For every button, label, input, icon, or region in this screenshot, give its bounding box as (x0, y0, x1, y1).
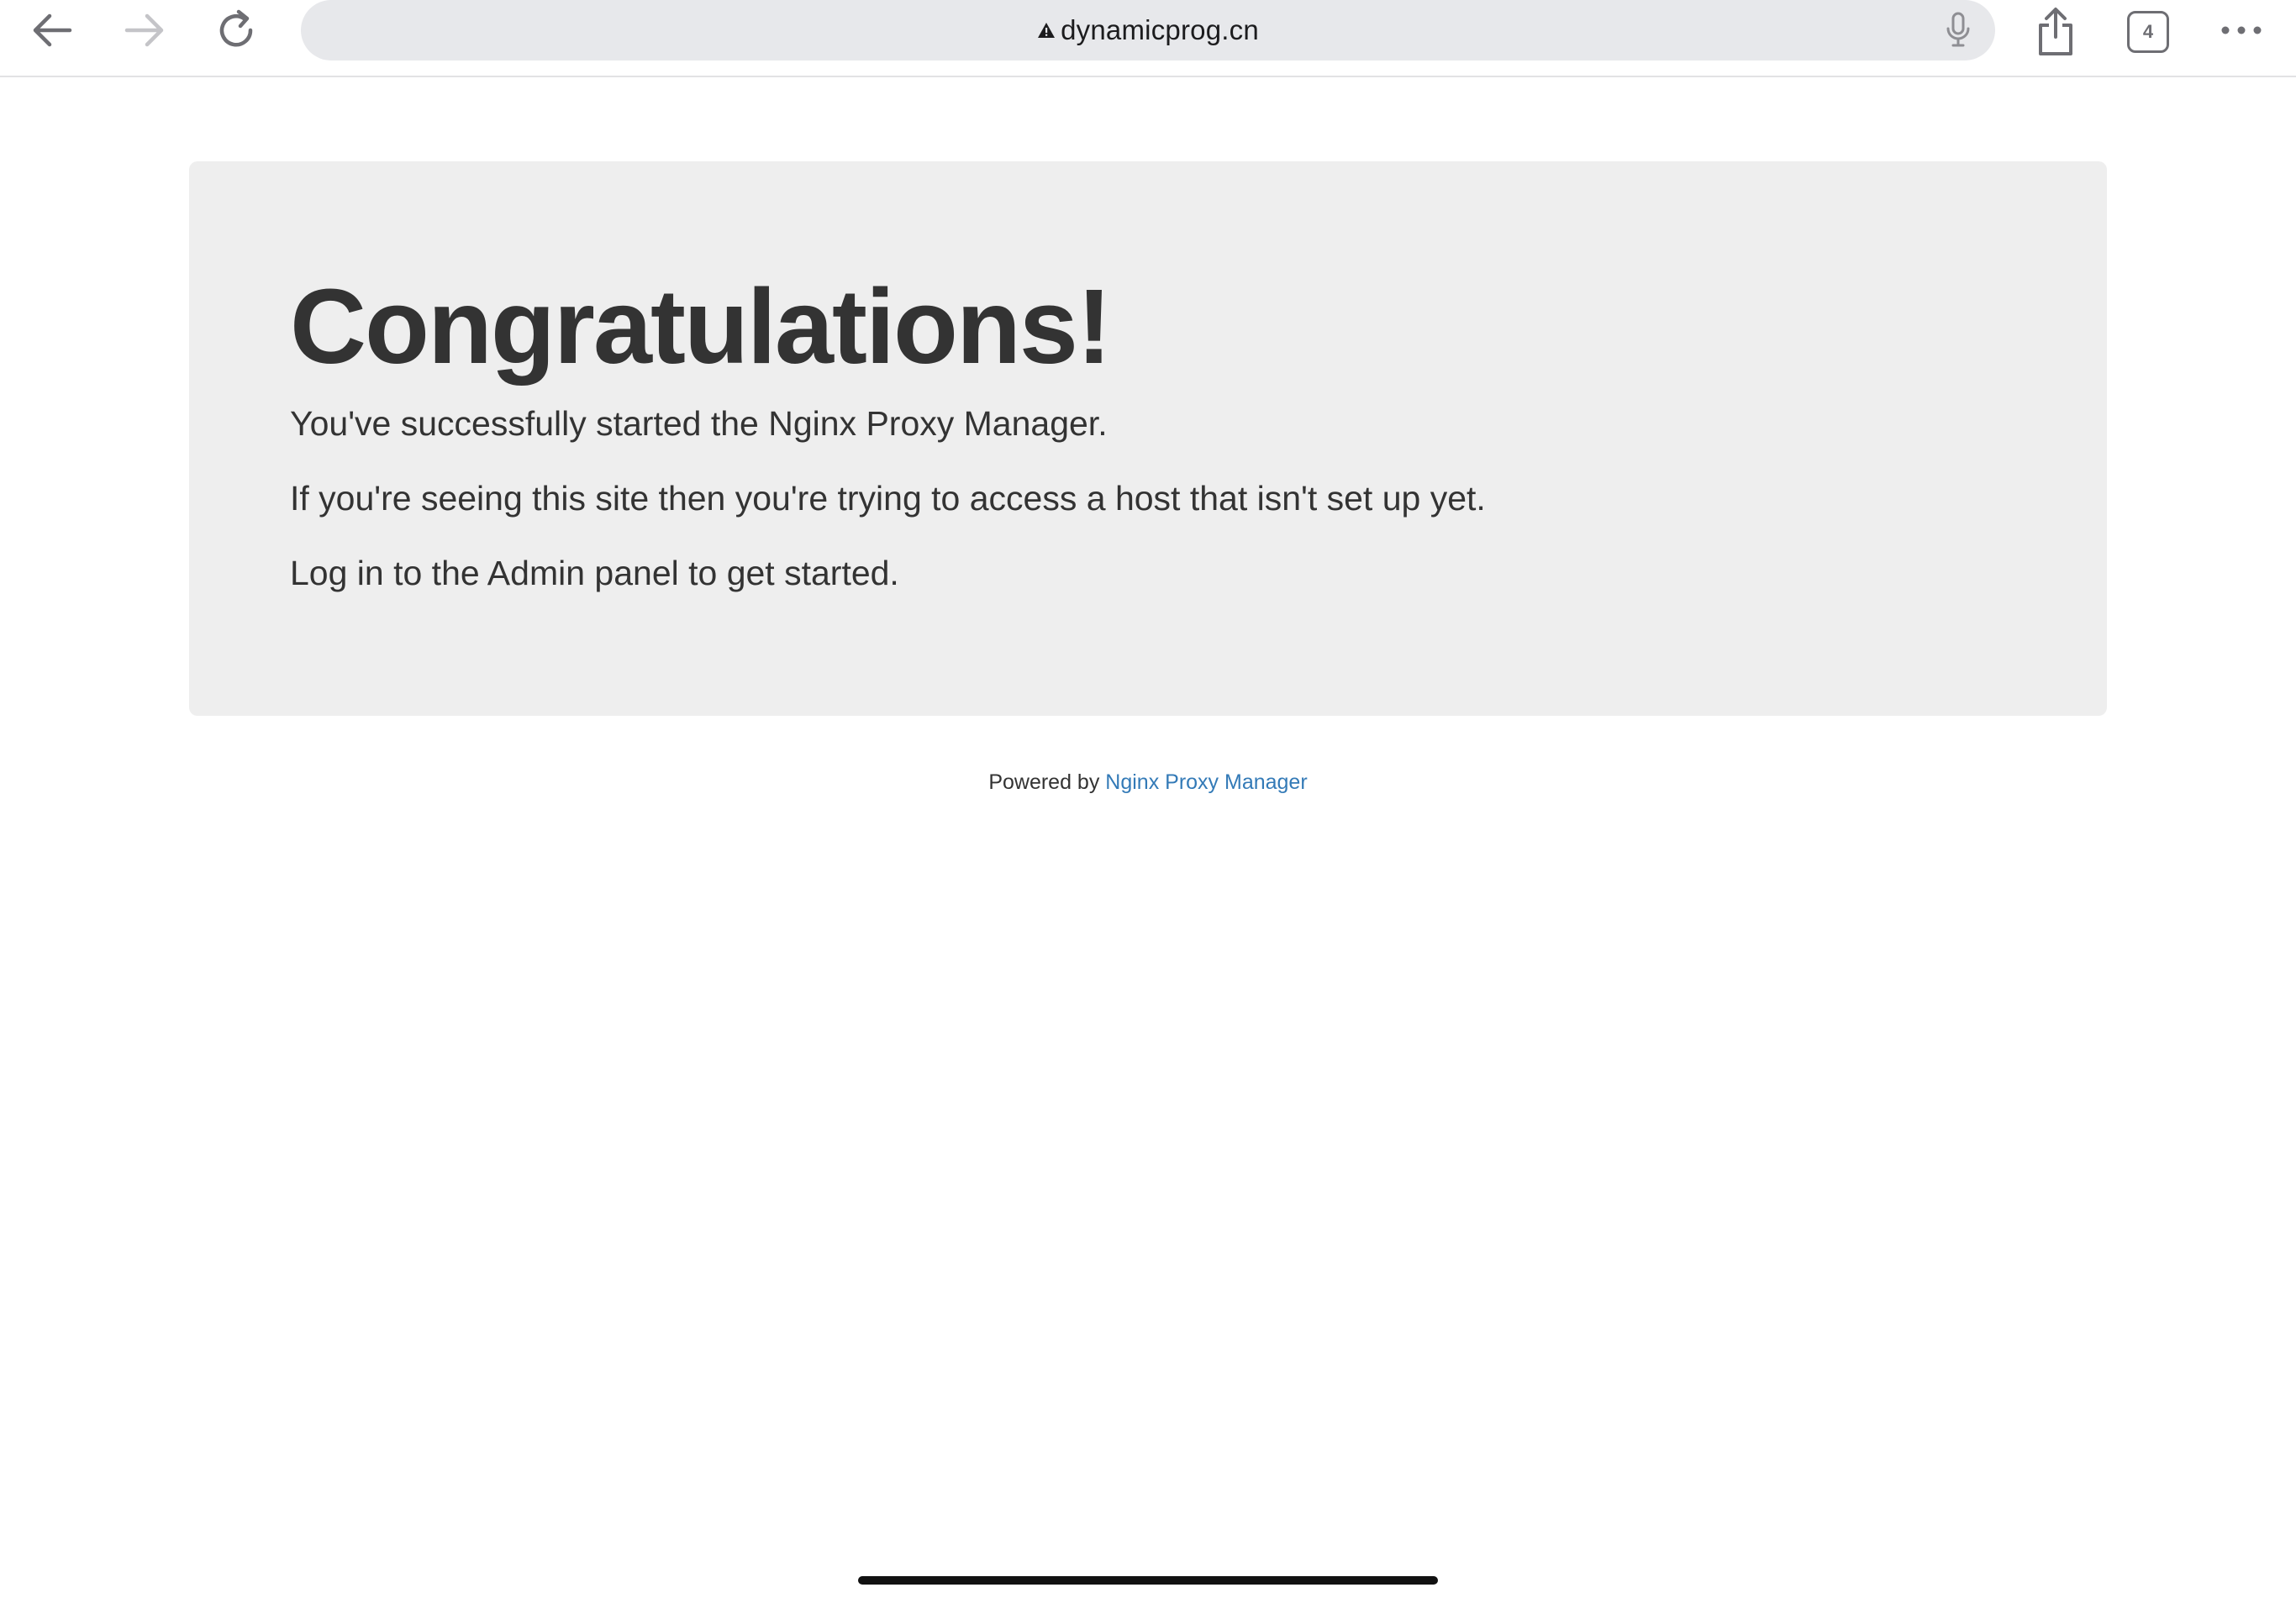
browser-toolbar: dynamicprog.cn 4 (0, 0, 2296, 77)
address-bar[interactable]: dynamicprog.cn (301, 0, 1995, 60)
nginx-proxy-manager-link[interactable]: Nginx Proxy Manager (1105, 770, 1307, 794)
share-icon (2035, 7, 2076, 57)
footer: Powered by Nginx Proxy Manager (0, 770, 2296, 795)
url-text: dynamicprog.cn (1061, 14, 1259, 45)
home-indicator[interactable] (858, 1576, 1438, 1585)
forward-arrow-icon (124, 13, 166, 48)
forward-button[interactable] (118, 5, 171, 55)
back-button[interactable] (25, 5, 79, 55)
admin-login-message: Log in to the Admin panel to get started… (290, 554, 899, 593)
more-icon (2220, 25, 2262, 35)
success-message: You've successfully started the Nginx Pr… (290, 403, 1108, 443)
welcome-panel: Congratulations! You've successfully sta… (189, 161, 2107, 716)
back-arrow-icon (31, 13, 73, 48)
more-button[interactable] (2215, 8, 2267, 52)
footer-prefix: Powered by (988, 770, 1106, 794)
microphone-icon (1945, 12, 1972, 49)
page-title: Congratulations! (290, 267, 1112, 386)
host-not-setup-message: If you're seeing this site then you're t… (290, 478, 1486, 518)
reload-button[interactable] (210, 3, 264, 57)
microphone-button[interactable] (1936, 8, 1980, 52)
tabs-button[interactable]: 4 (2123, 8, 2173, 55)
warning-triangle-icon (1037, 22, 1056, 39)
tab-count: 4 (2142, 21, 2154, 42)
share-button[interactable] (2029, 3, 2083, 60)
reload-icon (215, 8, 259, 52)
tabs-icon: 4 (2127, 11, 2169, 53)
